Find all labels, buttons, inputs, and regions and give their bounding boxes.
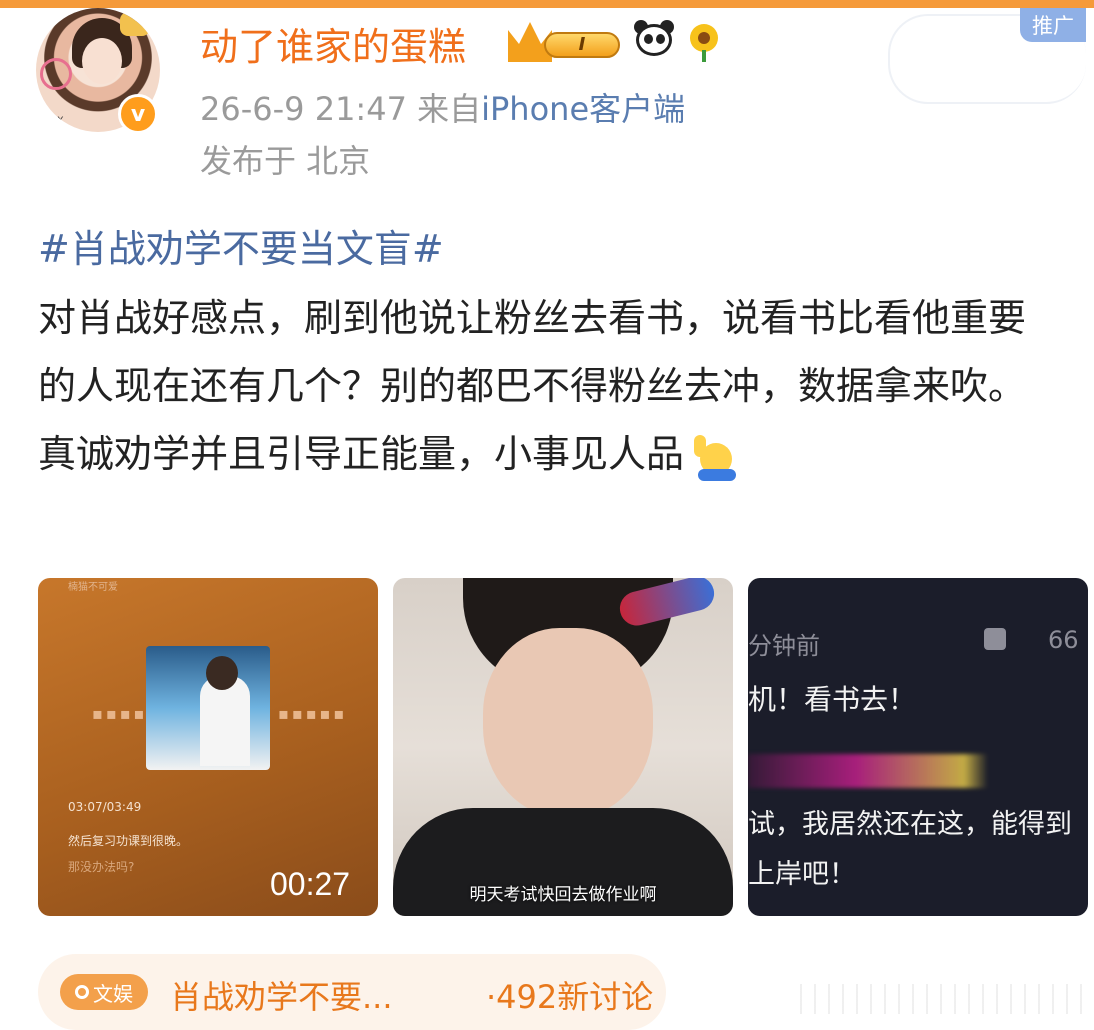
comment-time: 分钟前 — [748, 632, 820, 660]
post-paragraph: 真诚劝学并且引导正能量，小事见人品 — [38, 420, 1058, 488]
post-body: 对肖战好感点，刷到他说让粉丝去看书，说看书比看他重要的人现在还有几个？别的都巴不… — [38, 284, 1058, 488]
person-face — [483, 628, 653, 818]
panda-icon — [632, 20, 676, 60]
topic-discussion-count: ·492新讨论 — [486, 978, 654, 1016]
post-source[interactable]: iPhone客户端 — [481, 90, 685, 128]
top-accent-strip — [0, 0, 1094, 8]
avatar-watermark: @UY — [42, 116, 64, 126]
post-time: 26-6-9 21:47 — [200, 90, 407, 128]
sunflower-stem — [702, 50, 706, 62]
video-caption: 明天考试快回去做作业啊 — [469, 885, 657, 905]
topic-tag-label: 文娱 — [93, 981, 133, 1006]
panda-eye — [656, 34, 665, 44]
lyric-line: 那没办法吗? — [68, 860, 135, 874]
panda-eye — [644, 34, 653, 44]
danmaku-bar — [748, 754, 988, 788]
sunflower-core — [698, 32, 710, 44]
video-duration: 00:27 — [270, 866, 351, 902]
topic-title: 肖战劝学不要... — [170, 978, 393, 1016]
media-thumbnail-comments[interactable]: 分钟前 66 机！看书去！ 试，我居然还在这，能得到 上岸吧！ — [748, 578, 1088, 916]
faded-overflow — [800, 984, 1094, 1014]
waveform-right: ▪▪▪▪▪ — [278, 704, 348, 723]
post-meta: 26-6-9 21:47 来自iPhone客户端 — [200, 84, 685, 130]
avatar-face — [82, 38, 122, 84]
topic-tag: 文娱 — [60, 974, 148, 1010]
media-thumbnail-video[interactable]: 明天考试快回去做作业啊 — [393, 578, 733, 916]
ad-badge[interactable]: 推广 — [1020, 8, 1086, 42]
username[interactable]: 动了谁家的蛋糕 — [200, 16, 466, 71]
sunflower-icon — [686, 22, 722, 62]
raised-hand-emoji — [694, 434, 738, 481]
post-location: 发布于 北京 — [200, 142, 371, 180]
comment-line: 试，我居然还在这，能得到 — [748, 809, 1072, 840]
like-icon — [984, 628, 1006, 650]
post-paragraph: 对肖战好感点，刷到他说让粉丝去看书，说看书比看他重要的人现在还有几个？别的都巴不… — [38, 296, 1027, 408]
search-icon — [75, 985, 89, 999]
lyric-line: 然后复习功课到很晚。 — [68, 834, 189, 848]
avatar-doodle — [120, 12, 150, 36]
hashtag-link[interactable]: #肖战劝学不要当文盲# — [38, 218, 444, 273]
comment-line: 机！看书去！ — [748, 683, 917, 716]
post-paragraph-text: 真诚劝学并且引导正能量，小事见人品 — [38, 432, 685, 476]
source-prefix: 来自 — [417, 90, 482, 128]
panda-head — [636, 24, 672, 56]
media-thumbnail-audio[interactable]: 楠猫不可爱 ▪▪▪▪▪ ▪▪▪▪▪ 03:07/03:49 然后复习功课到很晚。… — [38, 578, 378, 916]
album-cover — [146, 646, 270, 770]
like-count: 66 — [1048, 626, 1079, 654]
vip-level: I — [544, 32, 620, 58]
cover-figure-head — [206, 656, 238, 690]
media-top-text: 楠猫不可爱 — [68, 582, 118, 593]
verified-icon: v — [118, 94, 158, 134]
topic-card[interactable]: 文娱 肖战劝学不要... ·492新讨论 — [38, 954, 666, 1030]
audio-progress: 03:07/03:49 — [68, 800, 142, 814]
emoji-shirt — [698, 468, 737, 481]
vip-badge[interactable]: I — [508, 22, 624, 62]
comment-line: 上岸吧！ — [748, 859, 856, 890]
avatar-doodle — [40, 58, 72, 90]
